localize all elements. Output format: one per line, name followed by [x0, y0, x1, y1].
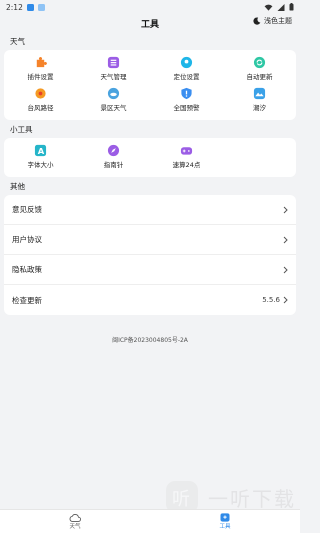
wifi-icon [264, 4, 273, 11]
weather-card: 插件设置 天气管理 定位设置 自动更新 台风路径 景区天气 全国预警 潮汐 [4, 50, 296, 120]
theme-label: 浅色主题 [264, 17, 292, 25]
scenic-weather-icon [107, 86, 121, 100]
grid-label: 插件设置 [27, 73, 54, 81]
row-label: 隐私政策 [12, 265, 42, 274]
list-item-user-agreement[interactable]: 用户协议 [4, 225, 296, 255]
grid-item-tide[interactable]: 潮汐 [223, 86, 296, 117]
grid-item-location-settings[interactable]: 定位设置 [150, 55, 223, 86]
other-card: 意见反馈 用户协议 隐私政策 检查更新 5.5.6 [4, 195, 296, 315]
version-value: 5.5.6 [262, 296, 280, 304]
row-label: 意见反馈 [12, 205, 42, 214]
weather-grid: 插件设置 天气管理 定位设置 自动更新 台风路径 景区天气 全国预警 潮汐 [4, 50, 296, 120]
grid-label: 景区天气 [100, 104, 127, 112]
chevron-right-icon [283, 266, 288, 273]
cloud-icon [69, 513, 81, 522]
grid-label: 定位设置 [173, 73, 200, 81]
status-left: 2:12 [6, 3, 45, 12]
auto-update-icon [253, 55, 267, 69]
grid-item-auto-update[interactable]: 自动更新 [223, 55, 296, 86]
row-label: 检查更新 [12, 295, 42, 305]
location-icon [180, 55, 194, 69]
font-size-icon: A [34, 143, 48, 157]
header: 工具 浅色主题 [0, 14, 300, 32]
grid-label: 自动更新 [246, 73, 273, 81]
grid-label: 潮汐 [253, 104, 266, 112]
status-time: 2:12 [6, 2, 23, 12]
nav-item-weather[interactable]: 天气 [0, 510, 150, 533]
list-item-feedback[interactable]: 意见反馈 [4, 195, 296, 225]
status-right [264, 3, 294, 11]
gallery-notification-icon [37, 3, 45, 11]
theme-toggle-button[interactable]: 浅色主题 [253, 16, 292, 26]
section-label-weather: 天气 [10, 37, 25, 46]
list-item-check-update[interactable]: 检查更新 5.5.6 [4, 285, 296, 315]
icp-record: 闽ICP备2023004805号-2A [112, 337, 188, 344]
grid-label: 字体大小 [27, 161, 54, 169]
tools-icon [220, 513, 230, 522]
page-title: 工具 [140, 19, 159, 30]
svg-text:听: 听 [172, 489, 190, 510]
tide-icon [253, 86, 267, 100]
grid-label: 指南针 [103, 161, 124, 169]
bottom-nav: 天气 工具 [0, 509, 300, 533]
section-label-other: 其他 [10, 182, 25, 191]
grid-label: 全国预警 [173, 104, 200, 112]
row-right [283, 266, 288, 274]
compass-icon [107, 143, 121, 157]
chevron-right-icon [283, 296, 288, 304]
grid-label: 台风路径 [27, 104, 54, 112]
grid-item-national-warning[interactable]: 全国预警 [150, 86, 223, 117]
status-bar: 2:12 [0, 0, 300, 14]
plugin-icon [34, 55, 48, 69]
chevron-right-icon [283, 206, 288, 213]
signal-icon [277, 3, 285, 11]
chevron-right-icon [283, 236, 288, 243]
grid-item-scenic-weather[interactable]: 景区天气 [77, 86, 150, 117]
list-item-privacy-policy[interactable]: 隐私政策 [4, 255, 296, 285]
row-right [283, 236, 288, 244]
watermark-text: 一听下载 [208, 486, 296, 511]
grid-item-plugin-settings[interactable]: 插件设置 [4, 55, 77, 86]
tools-card: A 字体大小 指南针 速算24点 [4, 138, 296, 177]
grid-item-weather-manage[interactable]: 天气管理 [77, 55, 150, 86]
grid-item-compass[interactable]: 指南针 [77, 143, 150, 174]
tools-grid: A 字体大小 指南针 速算24点 [4, 138, 296, 177]
grid-item-typhoon-path[interactable]: 台风路径 [4, 86, 77, 117]
row-label: 用户协议 [12, 235, 42, 244]
battery-icon [289, 3, 294, 11]
svg-text:A: A [38, 145, 45, 155]
nav-item-tools[interactable]: 工具 [150, 510, 300, 533]
weather-manage-icon [107, 55, 121, 69]
row-right: 5.5.6 [262, 296, 288, 304]
warning-icon [180, 86, 194, 100]
grid-item-24-points[interactable]: 速算24点 [150, 143, 223, 174]
typhoon-icon [34, 86, 48, 100]
nav-label: 天气 [69, 523, 81, 530]
grid-item-font-size[interactable]: A 字体大小 [4, 143, 77, 174]
row-right [283, 206, 288, 214]
section-label-tools: 小工具 [10, 125, 33, 134]
nav-label: 工具 [219, 524, 231, 530]
grid-label: 天气管理 [100, 73, 127, 81]
moon-icon [253, 17, 261, 25]
grid-label: 速算24点 [172, 161, 201, 169]
app-notification-icon [26, 3, 34, 11]
game-icon [180, 143, 194, 157]
